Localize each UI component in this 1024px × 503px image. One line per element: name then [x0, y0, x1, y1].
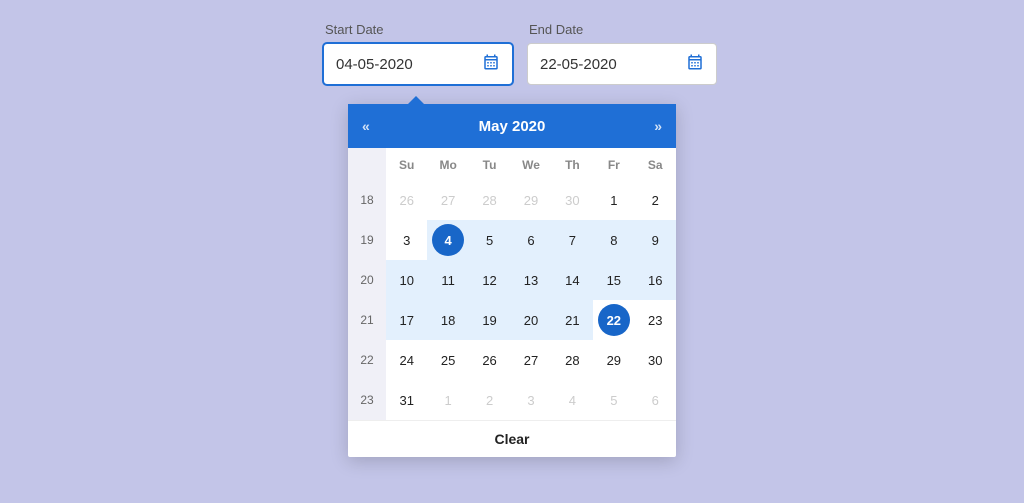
end-date-group: End Date 22-05-2020 [527, 22, 717, 85]
calendar-day[interactable]: 25 [427, 340, 468, 380]
calendar-week-row: 2224252627282930 [348, 340, 676, 380]
calendar-day[interactable]: 29 [593, 340, 634, 380]
calendar-day[interactable]: 13 [510, 260, 551, 300]
start-date-input[interactable]: 04-05-2020 [323, 43, 513, 85]
calendar-day[interactable]: 8 [593, 220, 634, 260]
prev-month-button[interactable]: « [362, 118, 370, 134]
dow-header: Mo [427, 148, 468, 180]
calendar-day[interactable]: 28 [552, 340, 593, 380]
calendar-icon [482, 53, 500, 76]
calendar-day[interactable]: 15 [593, 260, 634, 300]
end-date-value: 22-05-2020 [540, 56, 617, 73]
calendar-day[interactable]: 12 [469, 260, 510, 300]
calendar-day[interactable]: 9 [635, 220, 676, 260]
calendar-day: 6 [635, 380, 676, 420]
calendar-day: 28 [469, 180, 510, 220]
calendar-day[interactable]: 21 [552, 300, 593, 340]
dow-header: Fr [593, 148, 634, 180]
calendar-day: 5 [593, 380, 634, 420]
start-date-value: 04-05-2020 [336, 56, 413, 73]
calendar-day[interactable]: 17 [386, 300, 427, 340]
calendar-week-row: 2010111213141516 [348, 260, 676, 300]
calendar-day[interactable]: 3 [386, 220, 427, 260]
calendar-day[interactable]: 22 [593, 300, 634, 340]
calendar-day[interactable]: 5 [469, 220, 510, 260]
calendar-day: 26 [386, 180, 427, 220]
calendar-title[interactable]: May 2020 [479, 118, 546, 135]
start-date-group: Start Date 04-05-2020 [323, 22, 513, 85]
dow-header: Tu [469, 148, 510, 180]
week-header [348, 148, 386, 180]
start-date-label: Start Date [323, 22, 513, 37]
calendar-day[interactable]: 7 [552, 220, 593, 260]
week-number: 22 [348, 340, 386, 380]
clear-button[interactable]: Clear [348, 420, 676, 457]
end-date-input[interactable]: 22-05-2020 [527, 43, 717, 85]
calendar-day[interactable]: 1 [593, 180, 634, 220]
end-date-label: End Date [527, 22, 717, 37]
dow-header: Su [386, 148, 427, 180]
calendar-week-row: 2117181920212223 [348, 300, 676, 340]
dow-header: Sa [635, 148, 676, 180]
week-number: 21 [348, 300, 386, 340]
week-number: 19 [348, 220, 386, 260]
dow-header: We [510, 148, 551, 180]
calendar-day[interactable]: 10 [386, 260, 427, 300]
calendar-grid: SuMoTuWeThFrSa 1826272829301219345678920… [348, 148, 676, 420]
calendar-day: 3 [510, 380, 551, 420]
calendar-day[interactable]: 11 [427, 260, 468, 300]
calendar-day[interactable]: 23 [635, 300, 676, 340]
calendar-day: 29 [510, 180, 551, 220]
next-month-button[interactable]: » [654, 118, 662, 134]
calendar-week-row: 18262728293012 [348, 180, 676, 220]
week-number: 18 [348, 180, 386, 220]
calendar-day[interactable]: 14 [552, 260, 593, 300]
calendar-day[interactable]: 27 [510, 340, 551, 380]
calendar-day[interactable]: 26 [469, 340, 510, 380]
calendar-week-row: 2331123456 [348, 380, 676, 420]
calendar-day[interactable]: 31 [386, 380, 427, 420]
calendar-day[interactable]: 19 [469, 300, 510, 340]
datepicker-popup: « May 2020 » SuMoTuWeThFrSa 182627282930… [348, 104, 676, 457]
calendar-day: 2 [469, 380, 510, 420]
calendar-day: 30 [552, 180, 593, 220]
calendar-day: 1 [427, 380, 468, 420]
calendar-day[interactable]: 2 [635, 180, 676, 220]
week-number: 20 [348, 260, 386, 300]
calendar-day[interactable]: 16 [635, 260, 676, 300]
calendar-day[interactable]: 20 [510, 300, 551, 340]
calendar-icon [686, 53, 704, 76]
calendar-day[interactable]: 30 [635, 340, 676, 380]
calendar-day[interactable]: 24 [386, 340, 427, 380]
week-number: 23 [348, 380, 386, 420]
date-inputs-row: Start Date 04-05-2020 End Date 22-05-202… [323, 22, 717, 85]
calendar-day: 4 [552, 380, 593, 420]
calendar-header: « May 2020 » [348, 104, 676, 148]
dow-header: Th [552, 148, 593, 180]
calendar-day[interactable]: 18 [427, 300, 468, 340]
calendar-week-row: 193456789 [348, 220, 676, 260]
calendar-day[interactable]: 4 [427, 220, 468, 260]
calendar-day: 27 [427, 180, 468, 220]
calendar-day[interactable]: 6 [510, 220, 551, 260]
